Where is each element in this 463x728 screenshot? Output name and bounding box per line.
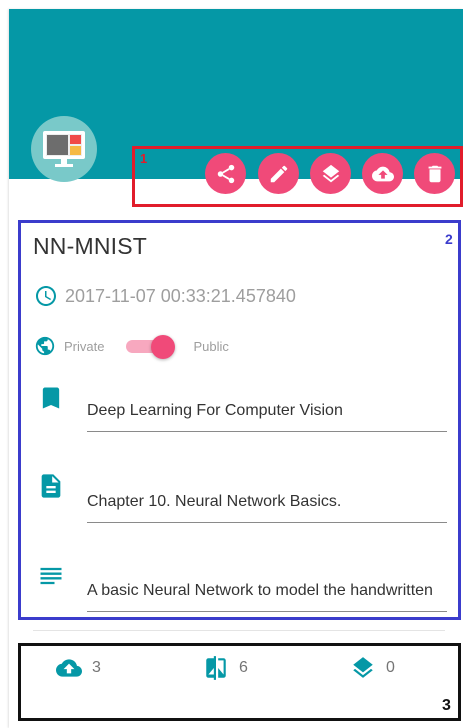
annotation-box-actions xyxy=(132,146,463,207)
notes-icon xyxy=(40,567,62,585)
clock-icon xyxy=(36,286,56,306)
section-divider xyxy=(33,630,445,631)
public-label: Public xyxy=(193,338,229,354)
annotation-label-1: 1 xyxy=(140,151,148,166)
visibility-toggle[interactable] xyxy=(124,333,178,359)
project-card-page: 1 2 3 NN-MNIST 2017-11-07 00:33:21.45784… xyxy=(0,0,463,728)
stat-uploads: 3 xyxy=(56,655,101,681)
uploads-count: 3 xyxy=(92,659,101,676)
forks-count: 6 xyxy=(239,659,248,676)
chapter-input[interactable] xyxy=(87,483,447,511)
compare-icon xyxy=(206,656,226,680)
document-icon xyxy=(41,474,61,498)
visibility-row: Private Public xyxy=(34,333,229,359)
annotation-label-2: 2 xyxy=(445,231,453,247)
description-input[interactable] xyxy=(87,572,447,600)
globe-icon xyxy=(35,336,55,356)
description-field[interactable] xyxy=(87,572,447,612)
layers-count: 0 xyxy=(386,659,395,676)
course-input[interactable] xyxy=(87,392,447,420)
timestamp-text: 2017-11-07 00:33:21.457840 xyxy=(65,285,296,306)
toggle-knob xyxy=(151,335,176,359)
project-title: NN-MNIST xyxy=(33,233,148,259)
cloud-upload-icon xyxy=(56,659,82,677)
project-avatar xyxy=(31,116,97,182)
bookmark-icon xyxy=(42,387,60,409)
annotation-label-3: 3 xyxy=(442,697,451,714)
layers-icon xyxy=(353,657,373,678)
course-field[interactable] xyxy=(87,392,447,432)
private-label: Private xyxy=(64,338,105,354)
timestamp-row: 2017-11-07 00:33:21.457840 xyxy=(34,284,296,308)
monitor-icon xyxy=(43,131,85,167)
stat-forks: 6 xyxy=(203,655,248,681)
chapter-field[interactable] xyxy=(87,483,447,523)
stat-layers: 0 xyxy=(350,655,395,681)
